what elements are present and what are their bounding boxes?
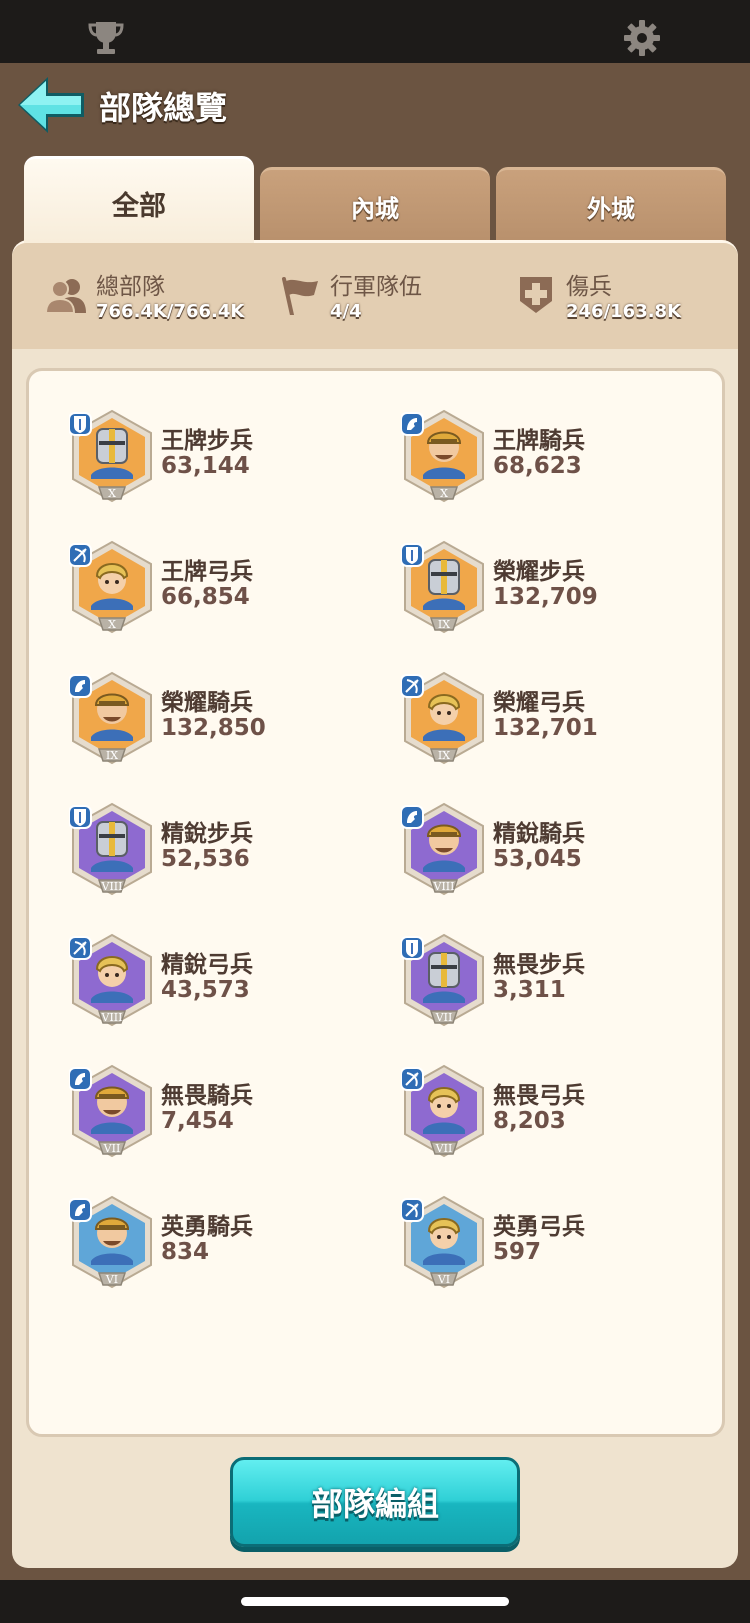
- troop-name: 榮耀騎兵: [161, 690, 253, 716]
- troop-portrait: VII: [69, 1064, 152, 1158]
- troop-tier: VIII: [101, 880, 123, 893]
- troop-portrait: X: [69, 409, 152, 503]
- troop-name: 王牌弓兵: [161, 559, 253, 585]
- flag-icon: [282, 277, 318, 315]
- troop-portrait: VIII: [69, 933, 152, 1027]
- troop-count: 3,311: [493, 977, 566, 1003]
- troop-item[interactable]: VIII 精銳步兵 52,536: [29, 802, 349, 902]
- page-title: 部隊總覽: [99, 89, 228, 127]
- tab-outer-city[interactable]: 外城: [496, 167, 726, 243]
- troop-name: 無畏騎兵: [161, 1083, 253, 1109]
- troop-tier: VIII: [433, 880, 455, 893]
- troop-tier: X: [108, 618, 116, 631]
- troop-tier: VII: [103, 1142, 121, 1155]
- troop-portrait: VI: [401, 1195, 484, 1289]
- troop-item[interactable]: IX 榮耀騎兵 132,850: [29, 671, 349, 771]
- troop-item[interactable]: VII 無畏步兵 3,311: [361, 933, 681, 1033]
- stat-march-queue: 行軍隊伍 4/4: [278, 261, 478, 331]
- troop-name: 王牌騎兵: [493, 428, 585, 454]
- trophy-icon[interactable]: [86, 18, 126, 58]
- troop-tier: IX: [438, 749, 450, 762]
- troop-name: 無畏步兵: [493, 952, 585, 978]
- tab-inner-city[interactable]: 內城: [260, 167, 490, 243]
- troop-tier: X: [108, 487, 116, 500]
- troop-name: 精銳騎兵: [493, 821, 585, 847]
- troop-portrait: IX: [69, 671, 152, 765]
- troop-tier: VI: [105, 1273, 118, 1286]
- troop-portrait: VII: [401, 933, 484, 1027]
- troop-portrait: VI: [69, 1195, 152, 1289]
- troop-item[interactable]: IX 榮耀弓兵 132,701: [361, 671, 681, 771]
- troop-count: 52,536: [161, 846, 250, 872]
- troop-tier: IX: [438, 618, 450, 631]
- stat-wounded-value: 246/163.8K: [566, 301, 682, 322]
- troop-portrait: VII: [401, 1064, 484, 1158]
- troop-name: 王牌步兵: [161, 428, 253, 454]
- troop-item[interactable]: IX 榮耀步兵 132,709: [361, 540, 681, 640]
- troop-item[interactable]: VII 無畏騎兵 7,454: [29, 1064, 349, 1164]
- stat-march-value: 4/4: [330, 301, 362, 322]
- troop-count: 132,709: [493, 584, 598, 610]
- stat-wounded-label: 傷兵: [566, 274, 612, 300]
- troops-icon: [44, 279, 86, 314]
- troop-tier: VIII: [101, 1011, 123, 1024]
- troop-item[interactable]: X 王牌騎兵 68,623: [361, 409, 681, 509]
- troop-item[interactable]: X 王牌弓兵 66,854: [29, 540, 349, 640]
- stat-total-label: 總部隊: [96, 274, 165, 300]
- troop-count: 834: [161, 1239, 210, 1265]
- troop-count: 53,045: [493, 846, 582, 872]
- troop-item[interactable]: VIII 精銳騎兵 53,045: [361, 802, 681, 902]
- top-bar: [0, 0, 750, 63]
- troop-name: 英勇弓兵: [493, 1214, 585, 1240]
- troop-tier: VII: [435, 1011, 453, 1024]
- troop-name: 精銳弓兵: [161, 952, 253, 978]
- troop-count: 43,573: [161, 977, 250, 1003]
- medical-cross-icon: [520, 277, 552, 313]
- troop-portrait: IX: [401, 540, 484, 634]
- gear-icon[interactable]: [622, 18, 662, 58]
- stat-march-label: 行軍隊伍: [330, 274, 422, 300]
- troop-list[interactable]: X 王牌步兵 63,144 X 王牌騎兵 68,623 X 王牌弓兵 66,854 IX 榮耀步兵 1…: [26, 368, 725, 1437]
- troop-name: 精銳步兵: [161, 821, 253, 847]
- troop-item[interactable]: VI 英勇騎兵 834: [29, 1195, 349, 1295]
- troop-count: 8,203: [493, 1108, 566, 1134]
- troop-tier: VII: [435, 1142, 453, 1155]
- troop-count: 63,144: [161, 453, 250, 479]
- stat-wounded: 傷兵 246/163.8K: [514, 261, 734, 331]
- stat-total-value: 766.4K/766.4K: [96, 301, 245, 322]
- troop-count: 132,850: [161, 715, 266, 741]
- home-indicator[interactable]: [241, 1597, 509, 1606]
- troop-tier: VI: [437, 1273, 450, 1286]
- troop-portrait: VIII: [69, 802, 152, 896]
- troop-item[interactable]: VIII 精銳弓兵 43,573: [29, 933, 349, 1033]
- troop-tier: X: [440, 487, 448, 500]
- troop-count: 66,854: [161, 584, 250, 610]
- troop-tier: IX: [106, 749, 118, 762]
- stat-total-troops: 總部隊 766.4K/766.4K: [44, 261, 264, 331]
- troop-name: 英勇騎兵: [161, 1214, 253, 1240]
- troop-portrait: VIII: [401, 802, 484, 896]
- troop-portrait: X: [401, 409, 484, 503]
- title-bar: 部隊總覽: [0, 63, 750, 155]
- troop-count: 132,701: [493, 715, 598, 741]
- stats-bar: 總部隊 766.4K/766.4K 行軍隊伍 4/4 傷兵 246/163.8K: [12, 243, 738, 349]
- troop-count: 68,623: [493, 453, 582, 479]
- troop-portrait: IX: [401, 671, 484, 765]
- troop-count: 597: [493, 1239, 542, 1265]
- troop-count: 7,454: [161, 1108, 234, 1134]
- troop-name: 榮耀弓兵: [493, 690, 585, 716]
- troop-portrait: X: [69, 540, 152, 634]
- troop-formation-button[interactable]: 部隊編組: [230, 1457, 520, 1547]
- troop-item[interactable]: VII 無畏弓兵 8,203: [361, 1064, 681, 1164]
- troop-name: 無畏弓兵: [493, 1083, 585, 1109]
- troop-item[interactable]: X 王牌步兵 63,144: [29, 409, 349, 509]
- troop-name: 榮耀步兵: [493, 559, 585, 585]
- troop-item[interactable]: VI 英勇弓兵 597: [361, 1195, 681, 1295]
- back-arrow-icon[interactable]: [14, 73, 88, 137]
- tab-all[interactable]: 全部: [24, 156, 254, 248]
